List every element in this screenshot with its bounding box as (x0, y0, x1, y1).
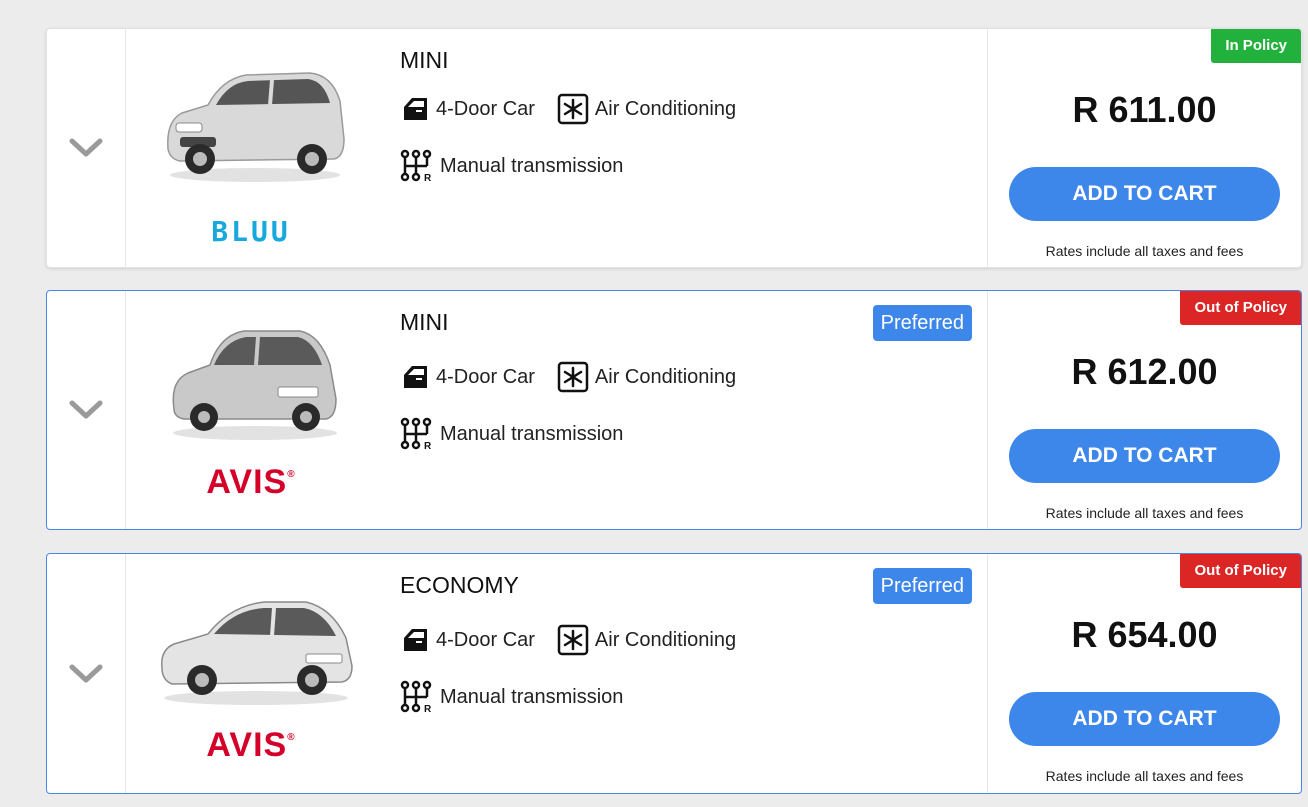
door-icon (404, 366, 427, 388)
rates-note: Rates include all taxes and fees (1045, 505, 1244, 521)
gearshift-icon: R (400, 149, 432, 183)
snowflake-icon (557, 361, 589, 393)
expand-toggle[interactable] (47, 291, 126, 529)
rates-note: Rates include all taxes and fees (1045, 243, 1244, 259)
vendor-logo: AVIS® (126, 463, 376, 502)
feature-doors-label: 4-Door Car (436, 365, 535, 388)
feature-doors-label: 4-Door Car (436, 628, 535, 651)
car-result-card: AVIS® MINI 4-Door Car Air Conditioning R… (46, 290, 1302, 530)
gearshift-icon: R (400, 680, 432, 714)
chevron-down-icon (69, 664, 103, 682)
feature-doors-label: 4-Door Car (436, 97, 535, 120)
feature-transmission-label: Manual transmission (440, 685, 624, 708)
feature-transmission-label: Manual transmission (440, 154, 624, 177)
feature-ac: Air Conditioning (557, 93, 736, 125)
expand-toggle[interactable] (47, 29, 126, 267)
vendor-logo: AVIS® (126, 726, 376, 765)
feature-transmission: R Manual transmission (400, 149, 623, 183)
feature-ac-label: Air Conditioning (594, 365, 737, 388)
car-details: ECONOMY 4-Door Car Air Conditioning R Ma… (376, 554, 988, 793)
add-to-cart-button[interactable]: ADD TO CART (1009, 692, 1280, 746)
feature-ac: Air Conditioning (557, 361, 736, 393)
price-column: Out of Policy R 654.00 ADD TO CART Rates… (988, 554, 1301, 793)
feature-row: R Manual transmission (400, 149, 645, 183)
car-category: ECONOMY (400, 572, 519, 598)
vendor-name: AVIS (206, 726, 288, 764)
gearshift-icon: R (400, 417, 432, 451)
price-column: Out of Policy R 612.00 ADD TO CART Rates… (988, 291, 1301, 529)
policy-badge: In Policy (1211, 29, 1301, 63)
feature-row: 4-Door Car Air Conditioning (400, 361, 758, 393)
feature-transmission-label: Manual transmission (440, 422, 624, 445)
feature-row: R Manual transmission (400, 417, 645, 451)
car-result-card: AVIS® ECONOMY 4-Door Car Air Conditionin… (46, 553, 1302, 794)
policy-badge: Out of Policy (1180, 554, 1301, 588)
feature-doors: 4-Door Car (400, 363, 535, 391)
car-image-column: AVIS® (126, 554, 376, 793)
feature-ac-label: Air Conditioning (594, 97, 737, 120)
preferred-badge: Preferred (872, 305, 972, 341)
price-column: In Policy R 611.00 ADD TO CART Rates inc… (988, 29, 1301, 267)
svg-text:R: R (424, 441, 432, 451)
feature-row: 4-Door Car Air Conditioning (400, 624, 758, 656)
vendor-logo: BLUU (211, 215, 291, 248)
car-image (167, 72, 345, 182)
feature-row: 4-Door Car Air Conditioning (400, 93, 758, 125)
car-image (161, 601, 353, 705)
chevron-down-icon (69, 138, 103, 157)
snowflake-icon (557, 93, 589, 125)
price: R 612.00 (1071, 351, 1218, 392)
car-image-column: AVIS® (126, 291, 376, 529)
feature-ac: Air Conditioning (557, 624, 736, 656)
add-to-cart-button[interactable]: ADD TO CART (1009, 429, 1280, 483)
expand-toggle[interactable] (47, 554, 126, 793)
car-category: MINI (400, 47, 449, 73)
feature-row: R Manual transmission (400, 680, 645, 714)
car-category: MINI (400, 309, 449, 335)
chevron-down-icon (69, 400, 103, 419)
svg-text:R: R (424, 173, 432, 183)
rates-note: Rates include all taxes and fees (1045, 768, 1244, 784)
price: R 654.00 (1071, 614, 1218, 655)
price: R 611.00 (1072, 89, 1217, 130)
feature-doors: 4-Door Car (400, 95, 535, 123)
policy-badge: Out of Policy (1180, 291, 1301, 325)
svg-text:R: R (424, 704, 432, 714)
car-image (172, 330, 337, 440)
feature-ac-label: Air Conditioning (594, 628, 737, 651)
vendor-registered-mark: ® (287, 469, 296, 480)
snowflake-icon (557, 624, 589, 656)
car-result-card: BLUU MINI 4-Door Car Air Conditioning R … (46, 28, 1302, 268)
preferred-badge: Preferred (872, 568, 972, 604)
car-details: MINI 4-Door Car Air Conditioning R Manua… (376, 291, 988, 529)
vendor-registered-mark: ® (287, 732, 296, 743)
vendor-name: AVIS (206, 463, 288, 501)
feature-doors: 4-Door Car (400, 626, 535, 654)
car-image-column: BLUU (126, 29, 376, 267)
feature-transmission: R Manual transmission (400, 680, 623, 714)
door-icon (404, 629, 427, 651)
door-icon (404, 98, 427, 120)
car-details: MINI 4-Door Car Air Conditioning R Manua… (376, 29, 988, 267)
add-to-cart-button[interactable]: ADD TO CART (1009, 167, 1280, 221)
feature-transmission: R Manual transmission (400, 417, 623, 451)
